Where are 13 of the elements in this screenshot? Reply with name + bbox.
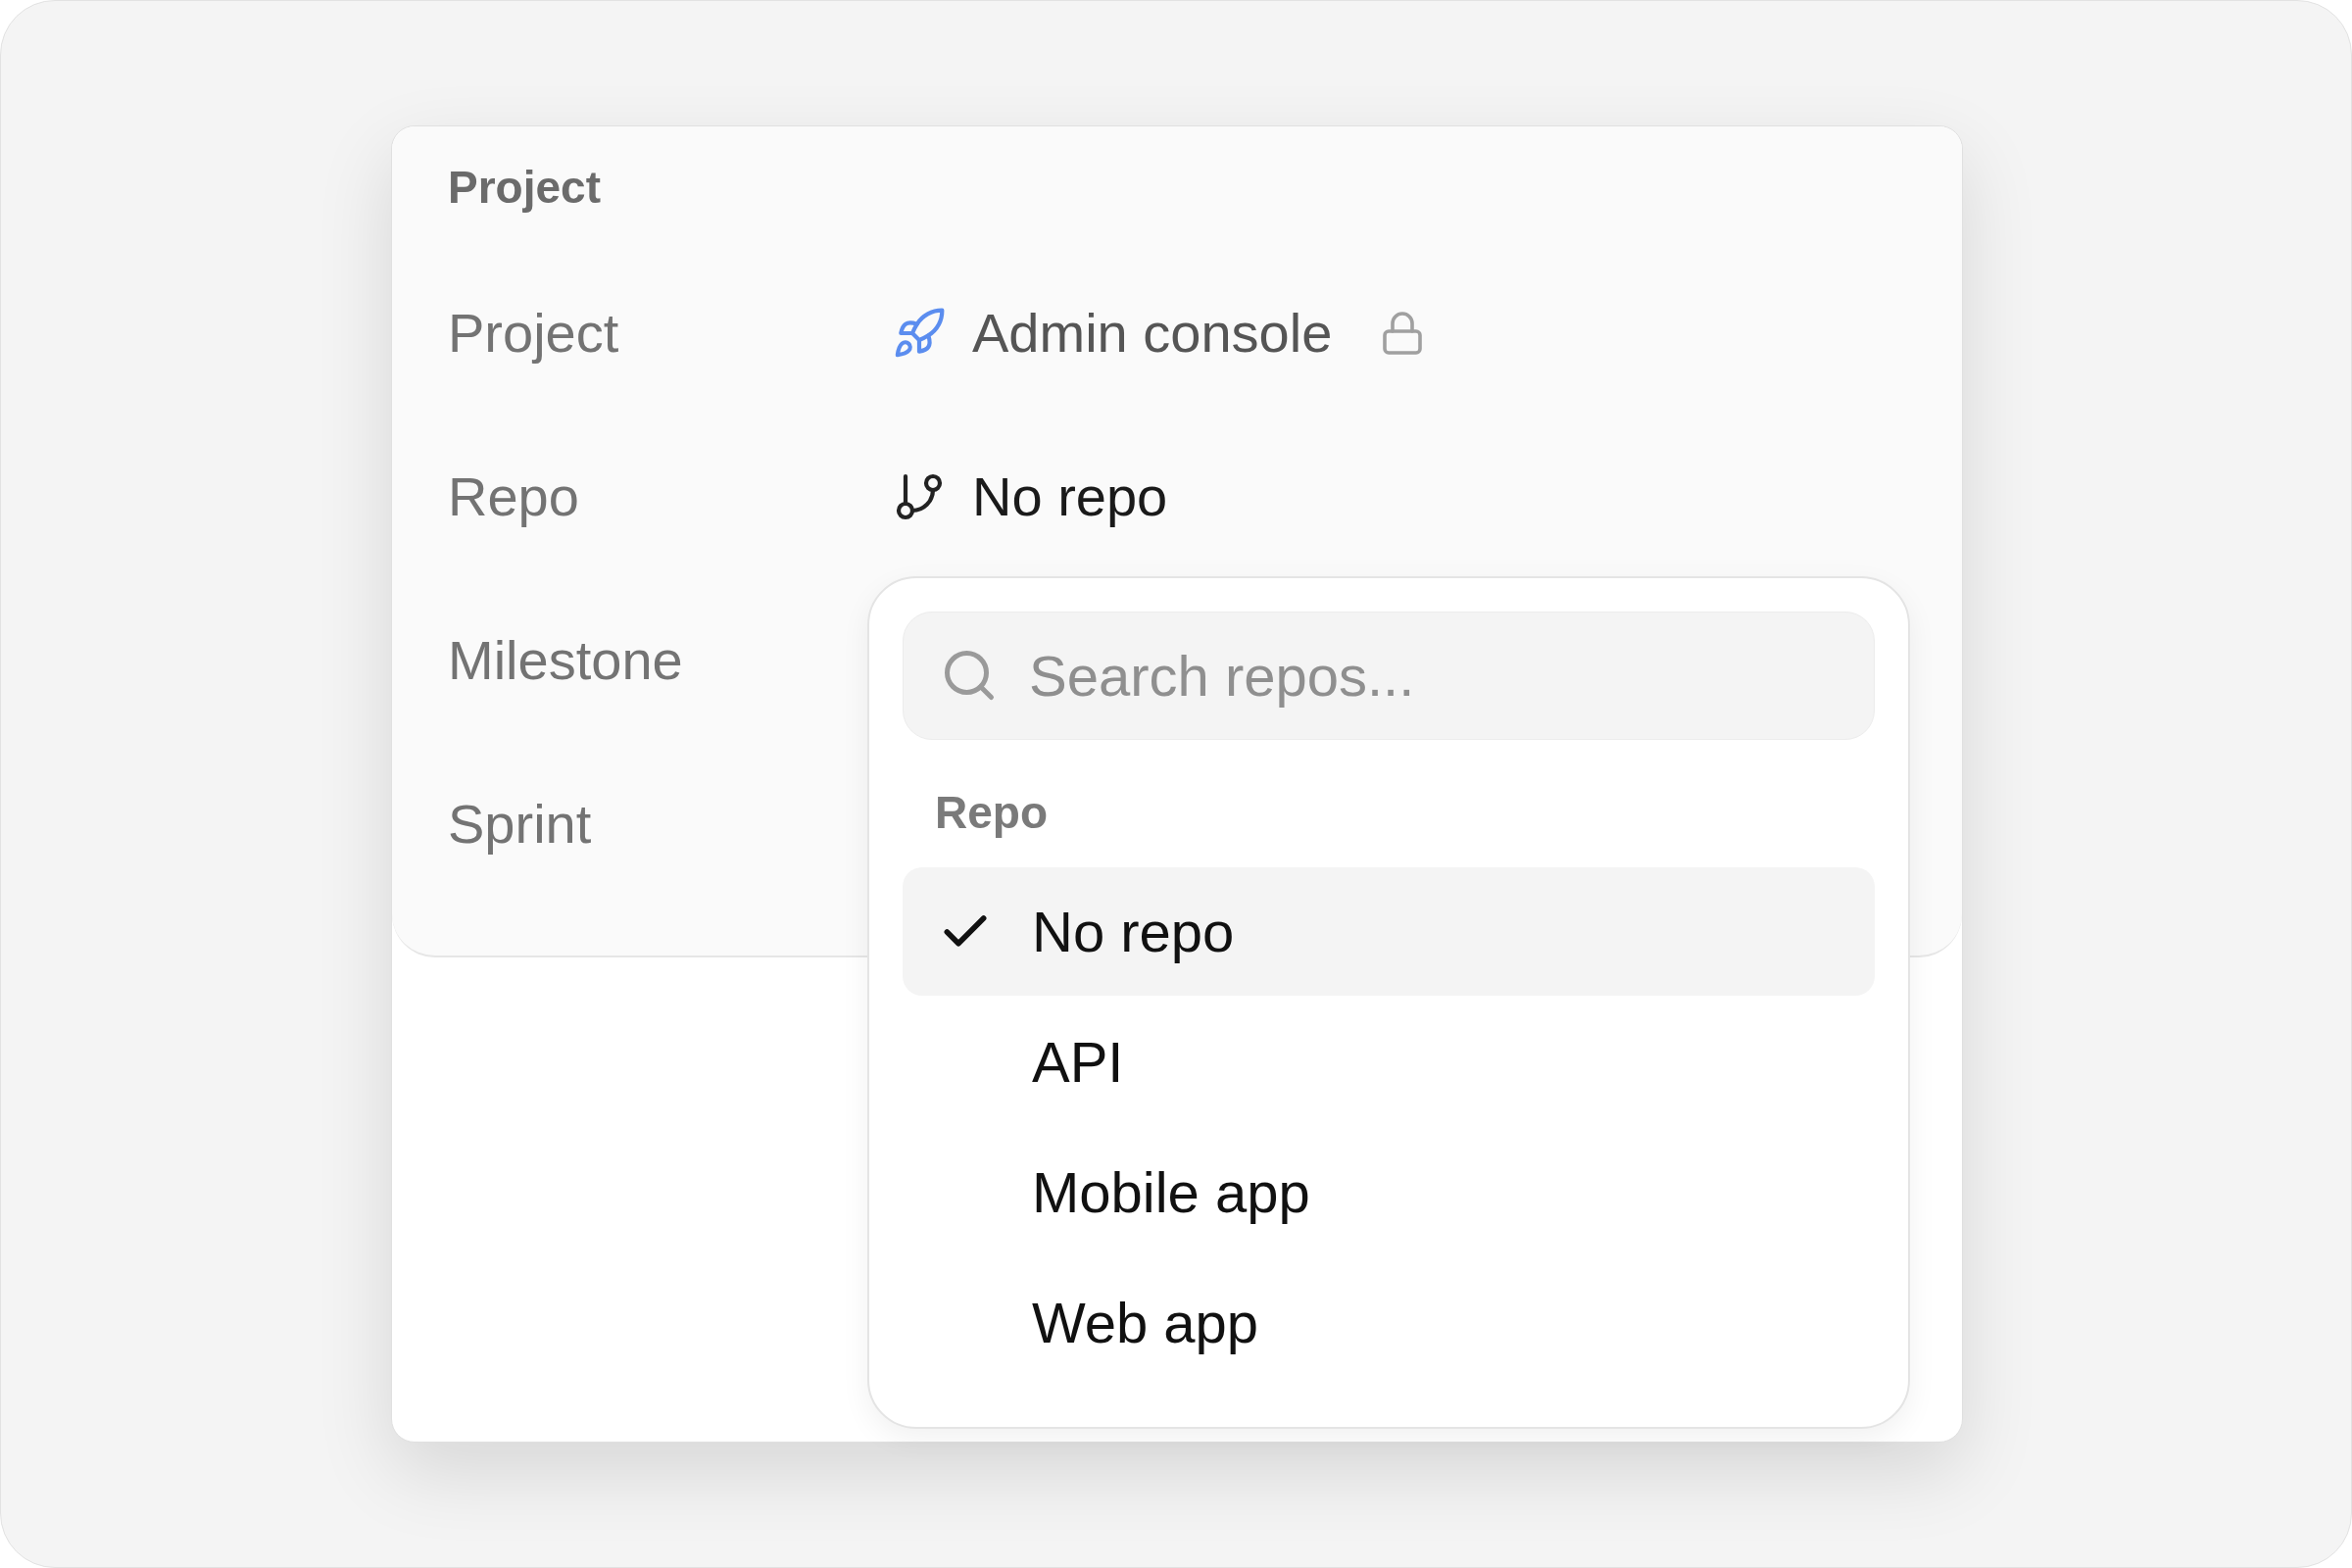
field-value[interactable]: Admin console <box>892 292 1427 374</box>
group-label: Repo <box>935 786 1049 840</box>
menu-option[interactable]: Web app <box>903 1258 1875 1387</box>
field-label: Repo <box>448 465 580 529</box>
menu-option[interactable]: No repo <box>903 867 1875 996</box>
field-label: Sprint <box>448 792 593 857</box>
field-label: Milestone <box>448 628 684 693</box>
menu-option[interactable]: API <box>903 998 1875 1126</box>
menu-option[interactable]: Mobile app <box>903 1128 1875 1256</box>
field-value[interactable]: No repo <box>892 456 1168 538</box>
field-label: Project <box>448 301 620 366</box>
section-title: Project <box>448 161 602 215</box>
search-field[interactable]: Search repos... <box>903 612 1875 740</box>
